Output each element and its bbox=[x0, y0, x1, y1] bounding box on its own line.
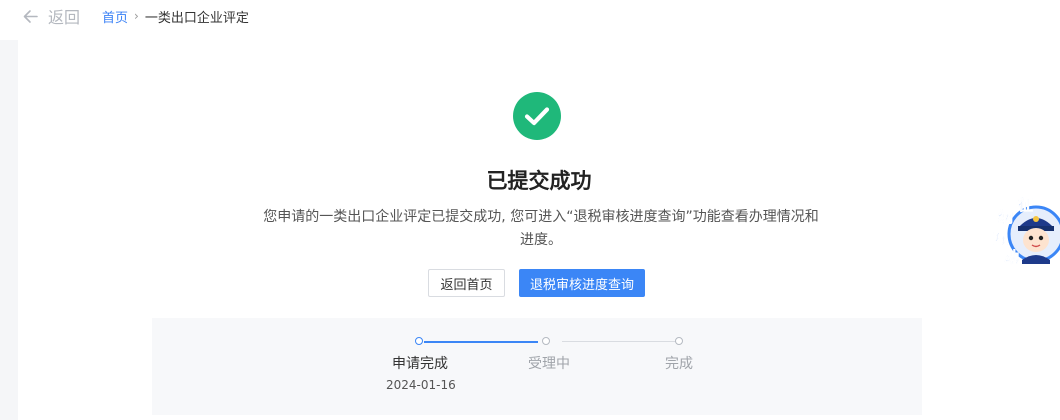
result-description: 您申请的一类出口企业评定已提交成功, 您可进入“退税审核进度查询”功能查看办理情… bbox=[246, 206, 836, 252]
step-date-1: 2024-01-16 bbox=[386, 378, 456, 392]
back-to-home-button[interactable]: 返回首页 bbox=[428, 269, 505, 297]
step-dot-3 bbox=[675, 337, 683, 345]
refund-progress-query-button[interactable]: 退税审核进度查询 bbox=[519, 269, 645, 297]
description-line-1: 您申请的一类出口企业评定已提交成功, 您可进入“退税审核进度查询”功能查看办理情… bbox=[263, 209, 819, 225]
top-bar: 返回 首页 › 一类出口企业评定 bbox=[0, 0, 1060, 40]
badge-char-4: 动 bbox=[1004, 248, 1020, 267]
arrow-left-icon bbox=[23, 9, 38, 23]
result-card: 已提交成功 您申请的一类出口企业评定已提交成功, 您可进入“退税审核进度查询”功… bbox=[18, 40, 1060, 420]
description-line-2: 进度。 bbox=[520, 232, 562, 248]
step-label-1: 申请完成 bbox=[392, 356, 448, 372]
step-connector-2 bbox=[562, 341, 676, 342]
breadcrumb: 首页 › 一类出口企业评定 bbox=[102, 6, 249, 26]
result-title: 已提交成功 bbox=[486, 169, 592, 193]
badge-char-2: 纳 bbox=[998, 208, 1014, 227]
progress-steps: 申请完成 受理中 完成 2024-01-16 bbox=[152, 318, 922, 415]
step-label-2: 受理中 bbox=[528, 356, 570, 372]
badge-char-1: 征 bbox=[1018, 196, 1034, 215]
back-label: 返回 bbox=[48, 8, 81, 27]
step-dot-1 bbox=[415, 337, 423, 345]
step-connector-1 bbox=[424, 341, 538, 343]
breadcrumb-current: 一类出口企业评定 bbox=[144, 10, 249, 26]
step-dot-2 bbox=[542, 337, 550, 345]
breadcrumb-home-link[interactable]: 首页 bbox=[102, 7, 128, 26]
back-button[interactable]: 返回 bbox=[22, 5, 80, 27]
breadcrumb-separator: › bbox=[134, 9, 139, 23]
step-label-3: 完成 bbox=[665, 356, 693, 372]
interaction-help-badge[interactable]: 征 纳 互 动 bbox=[990, 190, 1060, 270]
check-circle-icon bbox=[513, 92, 561, 140]
